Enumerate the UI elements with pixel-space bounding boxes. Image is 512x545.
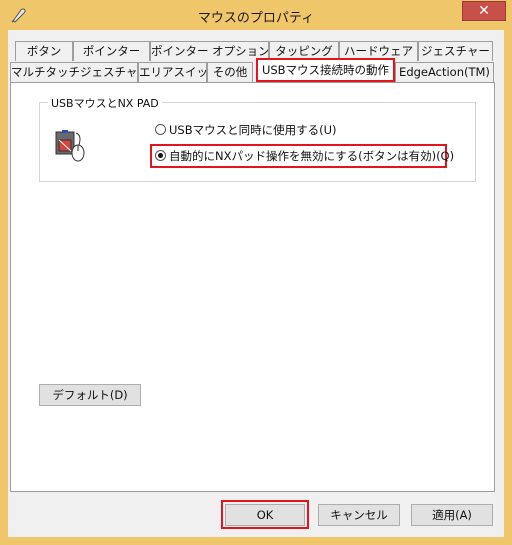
client-area: ボタン ポインター ポインター オプション タッピング ハードウェア ジェスチャ…: [8, 30, 504, 537]
tab-usb-mouse-behavior[interactable]: USBマウス接続時の動作: [256, 58, 395, 82]
touchpad-mouse-icon: [54, 127, 88, 163]
tab-multitouch-gestures[interactable]: マルチタッチジェスチャー: [10, 62, 138, 82]
default-button[interactable]: デフォルト(D): [39, 384, 141, 406]
tab-pointers[interactable]: ポインター: [73, 41, 150, 61]
window-title: マウスのプロパティ: [197, 11, 315, 26]
radio-label: USBマウスと同時に使用する(U): [169, 123, 337, 137]
tab-other[interactable]: その他: [207, 62, 253, 82]
close-icon: ✕: [478, 3, 490, 19]
tab-buttons[interactable]: ボタン: [15, 41, 73, 61]
title-bar[interactable]: マウスのプロパティ ✕: [0, 0, 512, 30]
radio-button-selected[interactable]: [155, 150, 166, 161]
cancel-button[interactable]: キャンセル: [318, 504, 400, 526]
radio-use-with-usb[interactable]: USBマウスと同時に使用する(U): [155, 122, 337, 138]
ok-button[interactable]: OK: [225, 504, 305, 526]
radio-button[interactable]: [155, 124, 166, 135]
group-title: USBマウスとNX PAD: [48, 95, 162, 111]
apply-button[interactable]: 適用(A): [411, 504, 493, 526]
tab-pointer-options[interactable]: ポインター オプション: [150, 41, 269, 61]
radio-auto-disable[interactable]: 自動的にNXパッド操作を無効にする(ボタンは有効)(Q): [155, 148, 454, 164]
tab-gestures[interactable]: ジェスチャー: [418, 41, 493, 61]
close-button[interactable]: ✕: [462, 1, 506, 21]
tab-area-switch[interactable]: エリアスイッチ: [138, 62, 207, 82]
tab-content-panel: USBマウスとNX PAD USBマウスと同時に使用する(U) 自動的にNXパッ…: [10, 82, 495, 492]
radio-label: 自動的にNXパッド操作を無効にする(ボタンは有効)(Q): [169, 149, 455, 163]
properties-window: マウスのプロパティ ✕ ボタン ポインター ポインター オプション タッピング …: [0, 0, 512, 545]
usb-mouse-group: USBマウスとNX PAD USBマウスと同時に使用する(U) 自動的にNXパッ…: [39, 95, 476, 182]
tab-edge-action[interactable]: EdgeAction(TM): [395, 62, 494, 82]
